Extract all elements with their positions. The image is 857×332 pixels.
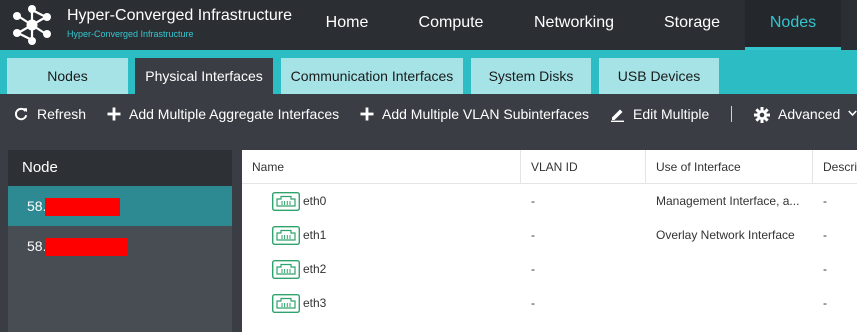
app-title: Hyper-Converged Infrastructure	[67, 7, 292, 24]
toolbar-divider	[731, 106, 732, 122]
app-subtitle: Hyper-Converged Infrastructure	[67, 29, 194, 39]
use-of-interface-cell	[656, 286, 806, 320]
table-row[interactable]: eth0 - Management Interface, a... -	[242, 184, 857, 218]
vlan-id-cell: -	[531, 194, 535, 208]
add-multiple-vlan-subinterfaces-button[interactable]: Add Multiple VLAN Subinterfaces	[360, 94, 592, 134]
node-ip-prefix: 58.	[27, 198, 47, 214]
column-header-description[interactable]: Description	[813, 150, 857, 184]
description-cell: -	[823, 296, 827, 310]
description-cell: -	[823, 262, 827, 276]
refresh-label: Refresh	[37, 106, 87, 122]
tab-system-disks[interactable]: System Disks	[471, 58, 591, 94]
node-list-header: Node	[8, 150, 232, 186]
gear-icon	[754, 107, 770, 123]
column-header-use-of-interface[interactable]: Use of Interface	[646, 150, 813, 184]
tab-nodes[interactable]: Nodes	[7, 58, 128, 94]
table-row[interactable]: eth1 - Overlay Network Interface -	[242, 218, 857, 252]
table-header: Name VLAN ID Use of Interface Descriptio…	[242, 150, 857, 184]
add-multiple-aggregate-interfaces-button[interactable]: Add Multiple Aggregate Interfaces	[107, 94, 343, 134]
interface-name: eth0	[303, 194, 327, 208]
table-row[interactable]: eth2 - -	[242, 252, 857, 286]
tab-communication-interfaces[interactable]: Communication Interfaces	[281, 58, 463, 94]
nav-home[interactable]: Home	[304, 0, 390, 50]
node-list-panel: Node 58. 58.	[8, 150, 232, 332]
top-navigation-bar: Hyper-Converged Infrastructure Hyper-Con…	[0, 0, 857, 50]
redacted-node-address	[45, 198, 120, 216]
physical-interfaces-table: Name VLAN ID Use of Interface Descriptio…	[242, 150, 857, 332]
plus-icon	[360, 107, 374, 121]
vlan-id-cell: -	[531, 262, 535, 276]
use-of-interface-cell	[656, 252, 806, 286]
redacted-node-address	[45, 238, 127, 256]
tab-physical-interfaces[interactable]: Physical Interfaces	[135, 58, 273, 94]
use-of-interface-cell: Overlay Network Interface	[656, 228, 795, 242]
action-toolbar: Refresh Add Multiple Aggregate Interface…	[0, 94, 857, 134]
node-ip-prefix: 58.	[27, 238, 47, 254]
edit-multiple-button[interactable]: Edit Multiple	[610, 94, 714, 134]
refresh-button[interactable]: Refresh	[14, 94, 92, 134]
nav-networking[interactable]: Networking	[521, 0, 627, 50]
node-list-item[interactable]: 58.	[8, 186, 232, 226]
network-interface-icon	[272, 192, 300, 211]
network-interface-icon	[272, 226, 300, 245]
pencil-icon	[611, 109, 624, 122]
advanced-dropdown-button[interactable]: Advanced	[754, 94, 857, 134]
plus-icon	[107, 107, 121, 121]
tab-usb-devices[interactable]: USB Devices	[599, 58, 719, 94]
node-list-item[interactable]: 58.	[8, 226, 232, 266]
advanced-label: Advanced	[778, 106, 841, 122]
edit-multiple-label: Edit Multiple	[633, 106, 710, 122]
chevron-down-icon	[848, 110, 857, 117]
refresh-icon	[14, 107, 28, 121]
vlan-id-cell: -	[531, 296, 535, 310]
nav-nodes[interactable]: Nodes	[745, 0, 841, 50]
network-interface-icon	[272, 294, 300, 313]
use-of-interface-cell: Management Interface, a...	[656, 194, 800, 208]
interface-name: eth2	[303, 262, 327, 276]
column-header-name[interactable]: Name	[242, 150, 521, 184]
vlan-id-cell: -	[531, 228, 535, 242]
column-header-vlan-id[interactable]: VLAN ID	[521, 150, 646, 184]
network-interface-icon	[272, 260, 300, 279]
interface-name: eth1	[303, 228, 327, 242]
description-cell: -	[823, 194, 827, 208]
add-vlan-label: Add Multiple VLAN Subinterfaces	[382, 106, 589, 122]
table-row[interactable]: eth3 - -	[242, 286, 857, 320]
interface-name: eth3	[303, 296, 327, 310]
network-hub-logo	[13, 5, 51, 45]
add-aggregate-label: Add Multiple Aggregate Interfaces	[129, 106, 340, 122]
nav-storage[interactable]: Storage	[649, 0, 735, 50]
nav-compute[interactable]: Compute	[405, 0, 497, 50]
description-cell: -	[823, 228, 827, 242]
sub-tab-bar: Nodes Physical Interfaces Communication …	[0, 50, 857, 94]
